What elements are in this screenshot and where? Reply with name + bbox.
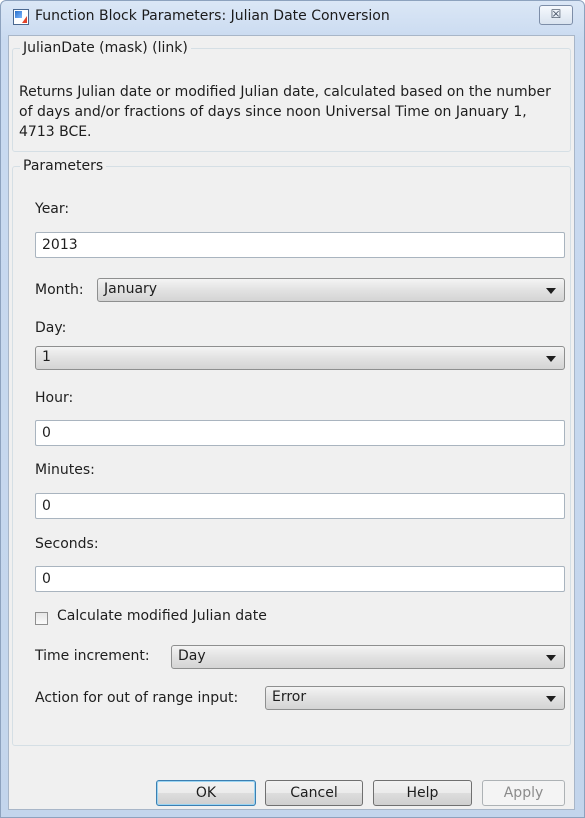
help-button[interactable]: Help	[373, 780, 472, 806]
hour-label: Hour:	[35, 390, 74, 406]
block-description: Returns Julian date or modified Julian d…	[19, 84, 551, 140]
dialog-window: Function Block Parameters: Julian Date C…	[0, 0, 585, 818]
month-dropdown[interactable]: January	[97, 278, 565, 302]
close-button[interactable]: ☒	[539, 5, 573, 25]
minutes-input[interactable]	[35, 493, 565, 519]
chevron-down-icon	[546, 696, 556, 702]
simulink-block-icon	[13, 9, 29, 25]
day-label: Day:	[35, 320, 67, 336]
modified-julian-label[interactable]: Calculate modified Julian date	[57, 608, 267, 624]
year-input[interactable]	[35, 232, 565, 258]
chevron-down-icon	[546, 288, 556, 294]
minutes-label: Minutes:	[35, 462, 95, 478]
out-of-range-label: Action for out of range input:	[35, 690, 239, 706]
cancel-button[interactable]: Cancel	[265, 780, 363, 806]
month-label: Month:	[35, 282, 84, 298]
dialog-client-area: JulianDate (mask) (link) Returns Julian …	[8, 35, 575, 810]
ok-button[interactable]: OK	[156, 780, 256, 806]
chevron-down-icon	[546, 655, 556, 661]
description-group-title: JulianDate (mask) (link)	[23, 40, 188, 56]
time-increment-label: Time increment:	[35, 648, 150, 664]
month-selected-value: January	[104, 281, 158, 297]
out-of-range-dropdown[interactable]: Error	[265, 686, 565, 710]
time-increment-selected-value: Day	[178, 648, 206, 664]
chevron-down-icon	[546, 356, 556, 362]
parameters-group-title: Parameters	[23, 158, 104, 174]
seconds-label: Seconds:	[35, 536, 99, 552]
out-of-range-selected-value: Error	[272, 689, 307, 705]
seconds-input[interactable]	[35, 566, 565, 592]
modified-julian-checkbox[interactable]	[35, 612, 48, 625]
day-selected-value: 1	[42, 349, 51, 365]
time-increment-dropdown[interactable]: Day	[171, 645, 565, 669]
close-icon: ☒	[550, 7, 562, 21]
title-bar[interactable]: Function Block Parameters: Julian Date C…	[1, 1, 584, 33]
year-label: Year:	[35, 201, 70, 217]
day-dropdown[interactable]: 1	[35, 346, 565, 370]
apply-button[interactable]: Apply	[482, 780, 565, 806]
window-title: Function Block Parameters: Julian Date C…	[35, 8, 390, 24]
hour-input[interactable]	[35, 420, 565, 446]
